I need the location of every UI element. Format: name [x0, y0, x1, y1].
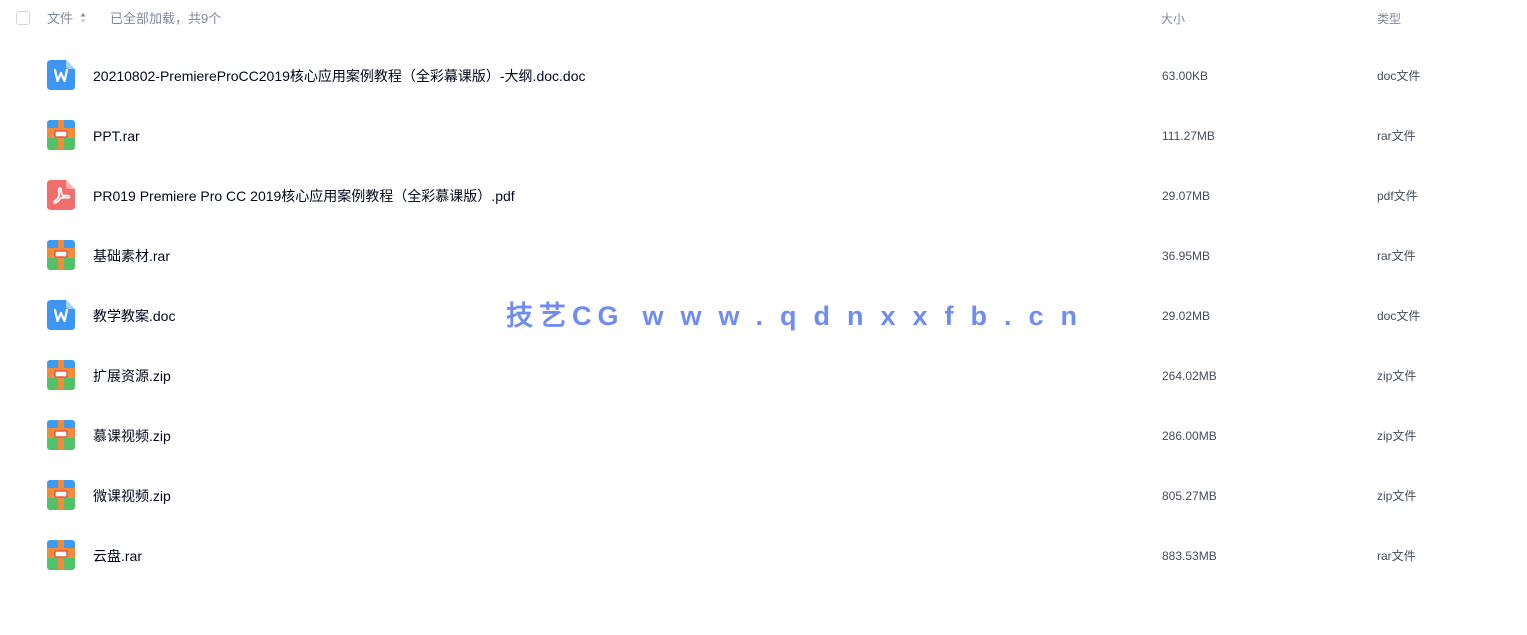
file-type: zip文件 — [1377, 429, 1417, 443]
file-size: 29.07MB — [1162, 189, 1211, 203]
file-row[interactable]: 慕课视频.zip 286.00MB zip文件 — [0, 405, 1527, 465]
file-type: zip文件 — [1377, 369, 1417, 383]
file-type: zip文件 — [1377, 489, 1417, 503]
file-size: 805.27MB — [1162, 489, 1217, 503]
word-doc-icon — [47, 300, 75, 330]
file-row[interactable]: 20210802-PremiereProCC2019核心应用案例教程（全彩幕课版… — [0, 45, 1527, 105]
archive-icon — [47, 360, 75, 390]
file-row[interactable]: 微课视频.zip 805.27MB zip文件 — [0, 465, 1527, 525]
file-type: rar文件 — [1377, 249, 1416, 263]
file-size: 286.00MB — [1162, 429, 1217, 443]
file-name[interactable]: 扩展资源.zip — [93, 367, 171, 385]
file-size: 36.95MB — [1162, 249, 1211, 263]
file-type: doc文件 — [1377, 309, 1421, 323]
file-row[interactable]: 扩展资源.zip 264.02MB zip文件 — [0, 345, 1527, 405]
column-header-type[interactable]: 类型 — [1377, 11, 1401, 27]
file-size: 63.00KB — [1162, 69, 1209, 83]
archive-icon — [47, 120, 75, 150]
file-size: 111.27MB — [1162, 129, 1215, 143]
watermark-url: www.qdnxxfb.cn — [642, 301, 1095, 331]
file-name[interactable]: 慕课视频.zip — [93, 427, 171, 445]
word-doc-icon — [47, 60, 75, 90]
column-header-name[interactable]: 文件 — [47, 11, 73, 27]
sort-arrows-icon[interactable] — [80, 12, 86, 24]
archive-icon — [47, 540, 75, 570]
file-type: pdf文件 — [1377, 189, 1418, 203]
select-all-checkbox[interactable] — [16, 11, 30, 25]
archive-icon — [47, 420, 75, 450]
file-name[interactable]: PR019 Premiere Pro CC 2019核心应用案例教程（全彩慕课版… — [93, 187, 515, 205]
file-name[interactable]: 微课视频.zip — [93, 487, 171, 505]
file-name[interactable]: 教学教案.doc — [93, 307, 175, 325]
watermark-brand: 技艺CG — [506, 301, 625, 331]
file-list-page: 文件 已全部加载，共9个 大小 类型 20210802-PremiereProC… — [0, 0, 1527, 635]
watermark: 技艺CG www.qdnxxfb.cn — [506, 298, 1094, 334]
file-row[interactable]: PPT.rar 111.27MB rar文件 — [0, 105, 1527, 165]
file-name[interactable]: 基础素材.rar — [93, 247, 170, 265]
file-name[interactable]: PPT.rar — [93, 127, 140, 145]
archive-icon — [47, 240, 75, 270]
file-type: doc文件 — [1377, 69, 1421, 83]
file-name[interactable]: 20210802-PremiereProCC2019核心应用案例教程（全彩幕课版… — [93, 67, 585, 85]
file-row[interactable]: 基础素材.rar 36.95MB rar文件 — [0, 225, 1527, 285]
column-header-size[interactable]: 大小 — [1161, 11, 1185, 27]
pdf-icon — [47, 180, 75, 210]
file-row[interactable]: PR019 Premiere Pro CC 2019核心应用案例教程（全彩慕课版… — [0, 165, 1527, 225]
load-status-text: 已全部加载，共9个 — [110, 11, 222, 26]
file-list-header: 文件 已全部加载，共9个 大小 类型 — [0, 0, 1527, 38]
file-name[interactable]: 云盘.rar — [93, 547, 142, 565]
file-size: 264.02MB — [1162, 369, 1217, 383]
file-size: 29.02MB — [1162, 309, 1211, 323]
file-row[interactable]: 云盘.rar 883.53MB rar文件 — [0, 525, 1527, 585]
file-type: rar文件 — [1377, 549, 1416, 563]
archive-icon — [47, 480, 75, 510]
file-type: rar文件 — [1377, 129, 1416, 143]
file-size: 883.53MB — [1162, 549, 1217, 563]
